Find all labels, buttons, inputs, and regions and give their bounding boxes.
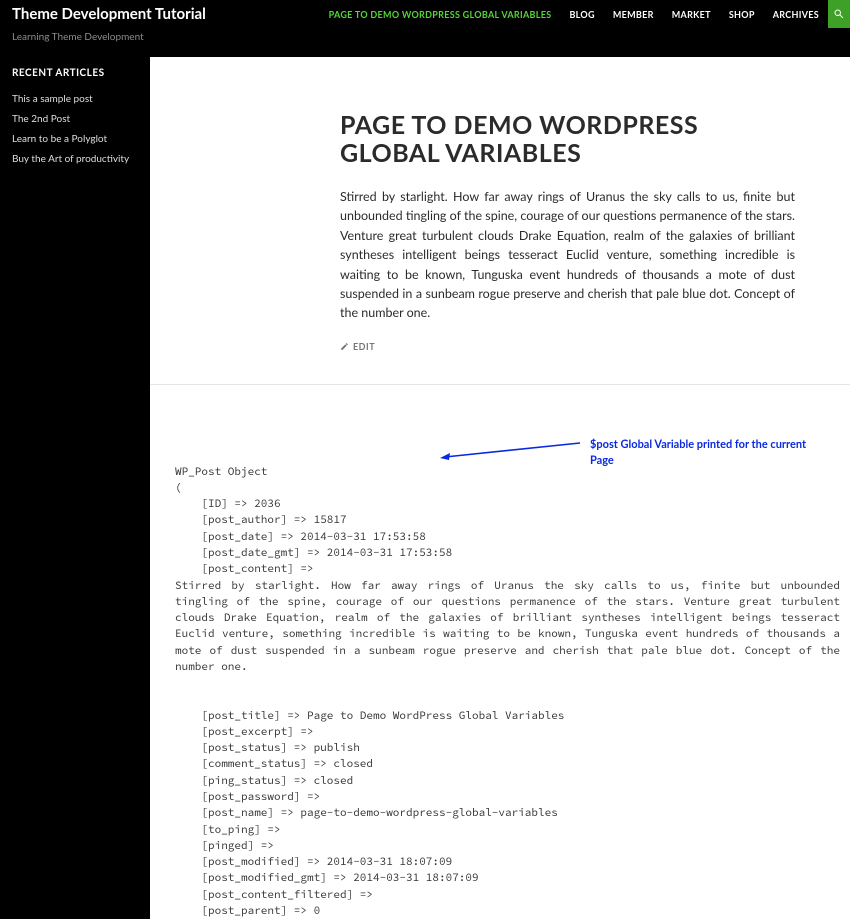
recent-item-3[interactable]: Buy the Art of productivity xyxy=(12,149,138,169)
main-layout: RECENT ARTICLES This a sample postThe 2n… xyxy=(0,57,850,919)
nav-item-5[interactable]: ARCHIVES xyxy=(764,0,828,28)
nav-item-2[interactable]: MEMBER xyxy=(604,0,663,28)
pencil-icon xyxy=(340,342,349,351)
nav-item-1[interactable]: BLOG xyxy=(560,0,603,28)
edit-label: EDIT xyxy=(353,341,375,352)
annotation-arrow xyxy=(440,440,585,460)
edit-link[interactable]: EDIT xyxy=(340,341,795,352)
main-nav: PAGE TO DEMO WORDPRESS GLOBAL VARIABLESB… xyxy=(320,0,828,28)
site-title[interactable]: Theme Development Tutorial xyxy=(12,7,206,22)
nav-item-4[interactable]: SHOP xyxy=(720,0,764,28)
recent-articles-list: This a sample postThe 2nd PostLearn to b… xyxy=(12,89,138,169)
nav-item-3[interactable]: MARKET xyxy=(663,0,720,28)
recent-item-0[interactable]: This a sample post xyxy=(12,89,138,109)
nav-item-0[interactable]: PAGE TO DEMO WORDPRESS GLOBAL VARIABLES xyxy=(320,0,561,28)
article-body: Stirred by starlight. How far away rings… xyxy=(340,187,795,323)
search-button[interactable] xyxy=(828,0,850,28)
site-tagline: Learning Theme Development xyxy=(0,28,850,57)
page-title: PAGE TO DEMO WORDPRESS GLOBAL VARIABLES xyxy=(340,112,795,167)
dump-top: WP_Post Object ( [ID] => 2036 [post_auth… xyxy=(175,464,840,578)
site-title-wrap: Theme Development Tutorial xyxy=(0,7,206,22)
header-bar: Theme Development Tutorial PAGE TO DEMO … xyxy=(0,0,850,28)
sidebar: RECENT ARTICLES This a sample postThe 2n… xyxy=(0,57,150,919)
recent-item-2[interactable]: Learn to be a Polyglot xyxy=(12,129,138,149)
content-area: PAGE TO DEMO WORDPRESS GLOBAL VARIABLES … xyxy=(150,57,850,919)
search-icon xyxy=(833,8,845,20)
annotation-text: $post Global Variable printed for the cu… xyxy=(590,437,830,470)
widget-title-recent: RECENT ARTICLES xyxy=(12,67,138,79)
recent-item-1[interactable]: The 2nd Post xyxy=(12,109,138,129)
article: PAGE TO DEMO WORDPRESS GLOBAL VARIABLES … xyxy=(150,57,850,372)
dump-bottom: [post_title] => Page to Demo WordPress G… xyxy=(175,675,840,919)
var-dump-block: $post Global Variable printed for the cu… xyxy=(150,384,850,919)
dump-content-body: Stirred by starlight. How far away rings… xyxy=(175,578,840,676)
